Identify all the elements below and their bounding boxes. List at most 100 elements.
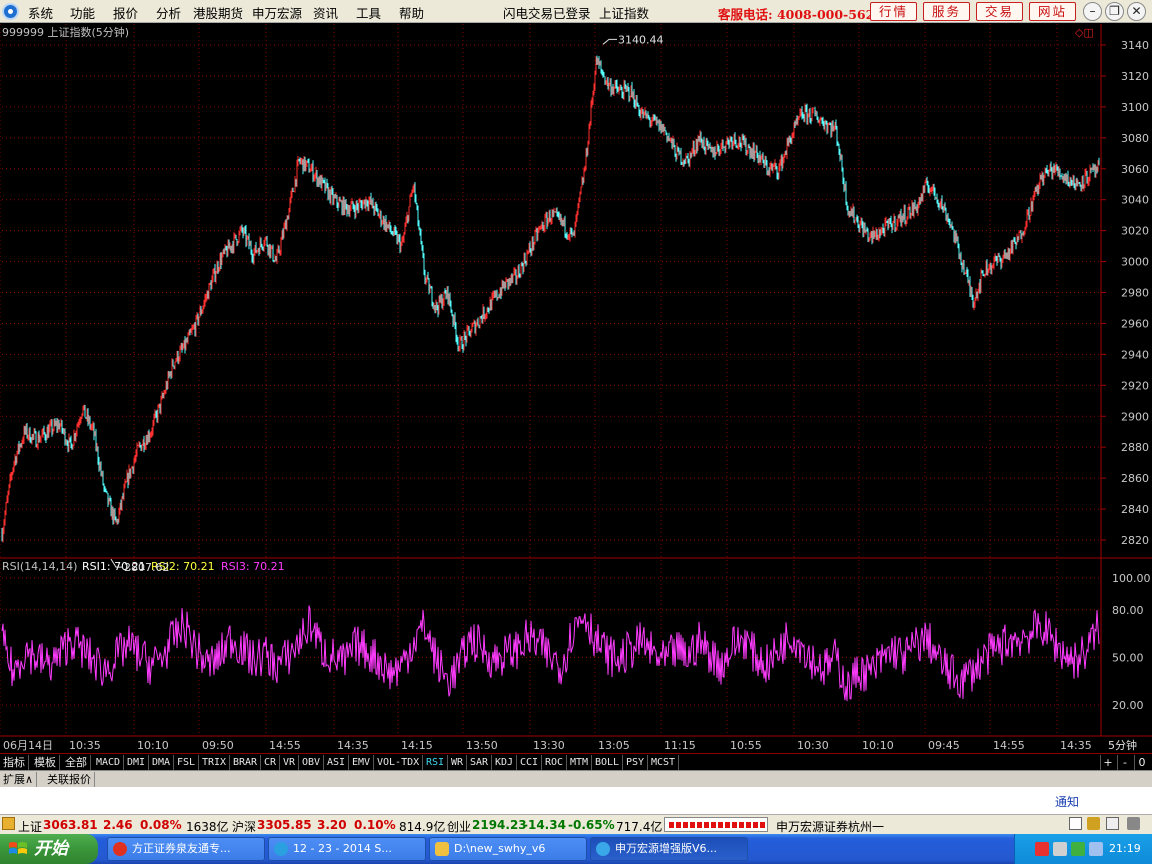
app-logo-icon[interactable] — [2, 3, 19, 20]
minimize-icon[interactable]: – — [1083, 2, 1102, 21]
tab-all[interactable]: 全部 — [62, 755, 91, 770]
high-marker — [602, 38, 617, 45]
sh-pct: 0.08% — [140, 818, 182, 832]
tab-cci[interactable]: CCI — [517, 755, 543, 770]
price-tick-label: 3040 — [1121, 194, 1149, 207]
related-quote-tab[interactable]: 关联报价 — [44, 772, 95, 787]
tray-security-icon[interactable] — [1071, 842, 1085, 856]
menu-hk-futures[interactable]: 港股期货 — [193, 3, 243, 22]
trade-button[interactable]: 交易 — [976, 2, 1023, 21]
price-tick-label: 2900 — [1121, 410, 1149, 423]
task-fangzheng[interactable]: 方正证券泉友通专... — [107, 837, 265, 861]
website-button[interactable]: 网站 — [1029, 2, 1076, 21]
tab-macd[interactable]: MACD — [93, 755, 125, 770]
axis-labels: 3140 3120 3100 3080 3060 3040 3020 3000 2980 2960… — [3, 39, 1151, 752]
menu-function[interactable]: 功能 — [70, 3, 95, 22]
tab-trix[interactable]: TRIX — [199, 755, 231, 770]
chart-area[interactable]: 3140 3120 3100 3080 3060 3040 3020 3000 2980 2960… — [0, 24, 1152, 754]
tab-rsi[interactable]: RSI — [423, 755, 449, 770]
time-tick-label: 10:35 — [69, 739, 101, 752]
task-swhy[interactable]: 申万宏源增强版V6... — [590, 837, 748, 861]
low-label: 2807.62 — [124, 561, 170, 574]
expand-tab[interactable]: 扩展∧ — [0, 772, 38, 787]
menu-news[interactable]: 资讯 — [313, 3, 338, 22]
start-label: 开始 — [34, 839, 68, 859]
tab-boll[interactable]: BOLL — [592, 755, 624, 770]
chart-canvas[interactable]: 3140 3120 3100 3080 3060 3040 3020 3000 2980 2960… — [0, 24, 1152, 754]
menu-quote[interactable]: 报价 — [113, 3, 138, 22]
price-series — [1, 55, 1100, 543]
menu-bar: 系统 功能 报价 分析 港股期货 申万宏源 资讯 工具 帮助 闪电交易已登录 上… — [0, 0, 1152, 23]
tab-indicator[interactable]: 指标 — [0, 755, 29, 770]
close-icon[interactable]: ✕ — [1127, 2, 1146, 21]
task-folder[interactable]: D:\new_swhy_v6 — [429, 837, 587, 861]
restore-icon[interactable]: ❐ — [1105, 2, 1124, 21]
tab-sar[interactable]: SAR — [467, 755, 493, 770]
status-box-icon[interactable] — [1069, 817, 1082, 830]
tab-vol-tdx[interactable]: VOL-TDX — [374, 755, 424, 770]
folder-icon — [435, 842, 449, 856]
indicator-tab-bar: 指标 模板 全部 MACD DMI DMA FSL TRIX BRAR CR VR OBV ASI EMV… — [0, 753, 1152, 770]
notify-link[interactable]: 通知 — [1055, 793, 1079, 810]
market-button[interactable]: 行情 — [870, 2, 917, 21]
tab-template[interactable]: 模板 — [31, 755, 60, 770]
time-tick-label: 10:10 — [862, 739, 894, 752]
period-label[interactable]: 5分钟 — [1108, 738, 1137, 752]
tab-obv[interactable]: OBV — [299, 755, 325, 770]
cy-amount: 717.4亿 — [616, 820, 663, 834]
cy-label: 创业 — [447, 820, 472, 834]
menu-swhy[interactable]: 申万宏源 — [252, 3, 302, 22]
time-tick-label: 14:35 — [1060, 739, 1092, 752]
price-tick-label: 2880 — [1121, 441, 1149, 454]
tab-mtm[interactable]: MTM — [567, 755, 593, 770]
tray-flag-icon[interactable] — [1035, 842, 1049, 856]
tab-control-plus[interactable]: + — [1100, 755, 1115, 770]
tab-control-zero[interactable]: 0 — [1134, 755, 1149, 770]
tab-asi[interactable]: ASI — [324, 755, 350, 770]
time-tick-label: 09:50 — [202, 739, 234, 752]
tab-roc[interactable]: ROC — [542, 755, 568, 770]
tab-dmi[interactable]: DMI — [124, 755, 150, 770]
price-tick-label: 3020 — [1121, 225, 1149, 238]
time-tick-label: 14:55 — [269, 739, 301, 752]
price-tick-label: 2980 — [1121, 287, 1149, 300]
tab-control-minus[interactable]: - — [1117, 755, 1132, 770]
tab-fsl[interactable]: FSL — [174, 755, 200, 770]
time-tick-label: 14:55 — [993, 739, 1025, 752]
tab-psy[interactable]: PSY — [623, 755, 649, 770]
menu-help[interactable]: 帮助 — [399, 3, 424, 22]
menu-analysis[interactable]: 分析 — [156, 3, 181, 22]
tab-cr[interactable]: CR — [261, 755, 281, 770]
time-tick-label: 09:45 — [928, 739, 960, 752]
tray-network-icon[interactable] — [1053, 842, 1067, 856]
rsi3-label: RSI3: 70.21 — [221, 560, 285, 573]
tab-kdj[interactable]: KDJ — [492, 755, 518, 770]
service-button[interactable]: 服务 — [923, 2, 970, 21]
clock: 21:19 — [1109, 842, 1141, 855]
tab-dma[interactable]: DMA — [149, 755, 175, 770]
time-tick-label: 10:10 — [137, 739, 169, 752]
tab-wr[interactable]: WR — [448, 755, 468, 770]
app-icon — [596, 842, 610, 856]
status-checkbox-icon[interactable] — [1106, 817, 1119, 830]
time-tick-label: 14:35 — [337, 739, 369, 752]
status-icon[interactable] — [2, 817, 15, 830]
start-button[interactable]: 开始 — [0, 834, 98, 864]
extension-tab-bar: 扩展∧ 关联报价 — [0, 770, 1152, 787]
menu-tools[interactable]: 工具 — [356, 3, 381, 22]
lock-icon[interactable] — [1127, 817, 1140, 830]
signal-icon[interactable] — [1087, 817, 1100, 830]
price-tick-label: 3000 — [1121, 256, 1149, 269]
task-browser[interactable]: 12 - 23 - 2014 S... — [268, 837, 426, 861]
app-icon — [113, 842, 127, 856]
tab-mcst[interactable]: MCST — [648, 755, 680, 770]
cy-change: -14.34 — [523, 818, 566, 832]
tab-brar[interactable]: BRAR — [230, 755, 262, 770]
panel-options-icon[interactable]: ◇◫ — [1075, 26, 1094, 39]
menu-system[interactable]: 系统 — [28, 3, 53, 22]
rsi-line — [1, 605, 1100, 702]
tab-vr[interactable]: VR — [280, 755, 300, 770]
tray-volume-icon[interactable] — [1089, 842, 1103, 856]
tab-emv[interactable]: EMV — [349, 755, 375, 770]
sh-label: 上证 — [18, 820, 43, 834]
